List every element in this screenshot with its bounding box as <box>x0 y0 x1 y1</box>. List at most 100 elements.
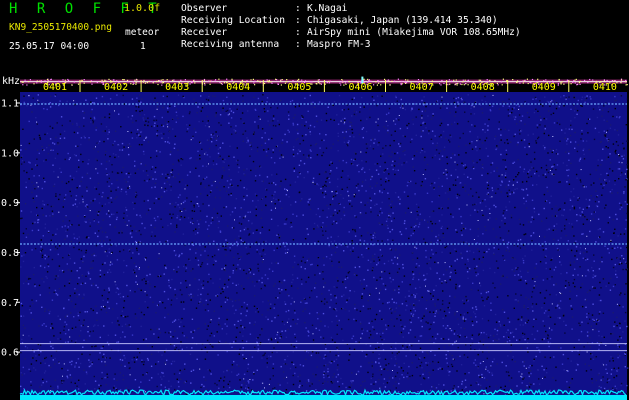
noise-speck <box>384 358 387 360</box>
noise-speck <box>252 160 255 163</box>
noise-speck <box>556 223 558 225</box>
noise-speck <box>193 128 196 130</box>
noise-speck <box>455 287 457 290</box>
noise-speck <box>396 352 398 355</box>
noise-speck <box>592 108 595 110</box>
noise-speck <box>448 344 450 346</box>
noise-speck <box>77 283 79 285</box>
noise-speck <box>256 150 259 152</box>
noise-speck <box>154 226 156 229</box>
noise-speck <box>527 173 529 175</box>
noise-speck <box>277 297 279 299</box>
noise-speck <box>285 194 288 196</box>
noise-speck <box>268 355 270 357</box>
noise-speck <box>594 200 597 203</box>
noise-speck <box>255 167 257 169</box>
noise-speck <box>123 146 125 148</box>
meta-colon: : <box>295 39 301 50</box>
noise-speck <box>522 361 524 363</box>
noise-speck <box>547 152 549 154</box>
noise-speck <box>510 101 512 103</box>
noise-speck <box>494 135 497 137</box>
noise-speck <box>226 299 229 301</box>
noise-speck <box>86 204 88 206</box>
noise-speck <box>419 375 421 377</box>
noise-speck <box>316 183 318 185</box>
noise-speck <box>567 138 569 140</box>
noise-speck <box>531 240 533 242</box>
noise-speck <box>454 260 456 262</box>
noise-speck <box>173 345 176 347</box>
noise-speck <box>572 282 574 284</box>
noise-speck <box>581 98 583 101</box>
noise-speck <box>101 231 104 233</box>
noise-speck <box>204 177 206 180</box>
noise-speck <box>553 284 555 286</box>
noise-speck <box>399 333 401 335</box>
noise-speck <box>348 140 350 142</box>
noise-speck <box>459 137 461 139</box>
noise-speck <box>186 130 188 133</box>
noise-speck <box>84 216 86 218</box>
noise-speck <box>226 309 229 311</box>
noise-speck <box>237 185 239 187</box>
noise-speck <box>605 182 607 184</box>
noise-speck <box>338 210 341 212</box>
noise-speck <box>359 111 361 113</box>
noise-speck <box>55 293 58 295</box>
noise-speck <box>336 114 338 116</box>
noise-speck <box>399 314 401 316</box>
noise-speck <box>510 216 513 219</box>
noise-speck <box>376 95 379 97</box>
noise-speck <box>136 137 138 139</box>
noise-speck <box>589 173 592 176</box>
noise-speck <box>121 232 123 234</box>
noise-speck <box>24 345 27 348</box>
noise-speck <box>233 360 235 363</box>
noise-speck <box>521 316 523 318</box>
noise-speck <box>78 277 80 279</box>
noise-speck <box>174 176 176 179</box>
noise-speck <box>287 293 289 296</box>
noise-speck <box>156 102 158 104</box>
noise-speck <box>467 312 469 314</box>
noise-speck <box>399 106 402 109</box>
noise-speck <box>291 297 293 299</box>
noise-speck <box>54 246 57 248</box>
noise-speck <box>465 318 467 320</box>
noise-speck <box>503 336 505 338</box>
noise-speck <box>586 251 588 253</box>
noise-speck <box>415 134 417 136</box>
noise-speck <box>503 389 506 391</box>
noise-speck <box>385 328 388 330</box>
noise-speck <box>123 259 125 262</box>
noise-speck <box>322 337 325 339</box>
noise-speck <box>333 360 335 363</box>
noise-speck <box>295 366 297 369</box>
noise-speck <box>337 346 339 348</box>
noise-speck <box>513 336 515 338</box>
noise-speck <box>226 318 228 321</box>
noise-speck <box>496 167 498 169</box>
noise-speck <box>263 241 265 243</box>
noise-speck <box>595 241 597 243</box>
noise-speck <box>356 274 358 277</box>
noise-speck <box>507 336 510 338</box>
noise-speck <box>44 223 47 225</box>
noise-speck <box>590 325 593 327</box>
noise-speck <box>350 208 353 210</box>
noise-speck <box>421 351 424 353</box>
noise-speck <box>620 233 622 235</box>
noise-speck <box>559 307 562 310</box>
noise-speck <box>513 107 515 109</box>
noise-speck <box>137 168 139 170</box>
noise-speck <box>115 291 117 294</box>
noise-speck <box>131 115 134 117</box>
noise-speck <box>182 233 185 235</box>
noise-speck <box>434 362 436 364</box>
noise-speck <box>127 180 129 183</box>
noise-speck <box>53 363 56 365</box>
noise-speck <box>406 127 409 129</box>
noise-speck <box>324 282 326 284</box>
noise-speck <box>271 351 273 354</box>
